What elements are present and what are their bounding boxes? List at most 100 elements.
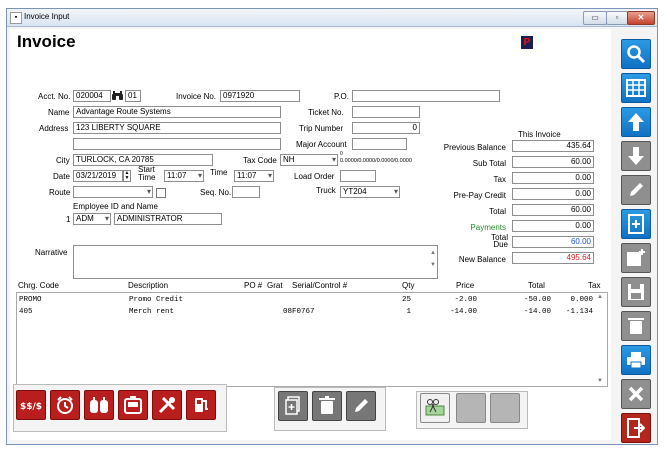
total-field: 60.00 bbox=[512, 204, 594, 216]
grid-scrollbar[interactable]: ▲ ▼ bbox=[597, 294, 605, 384]
start-time-select[interactable]: 11:07 bbox=[164, 170, 204, 182]
truck-select[interactable]: YT204 bbox=[340, 186, 400, 198]
tax-rates-indicator: 0 bbox=[340, 151, 343, 157]
col-chrg-code[interactable]: Chrg. Code bbox=[18, 281, 59, 290]
invoice-form: Invoice P Acct. No. 020004 01 Invoice No… bbox=[10, 29, 611, 440]
po-field[interactable] bbox=[352, 90, 500, 102]
new-balance-label: New Balance bbox=[458, 255, 506, 264]
tax-rates-text: 0.0000/0.0000/0.0000/0.0000 bbox=[340, 158, 412, 164]
col-description[interactable]: Description bbox=[128, 281, 168, 290]
tanks-icon[interactable] bbox=[84, 390, 114, 420]
exit-icon[interactable] bbox=[621, 413, 651, 443]
add-document-icon[interactable] bbox=[621, 209, 651, 239]
trash-icon[interactable] bbox=[621, 311, 651, 341]
alarm-clock-icon[interactable] bbox=[50, 390, 80, 420]
tax-label: Tax bbox=[493, 175, 506, 184]
binoculars-icon[interactable] bbox=[112, 91, 123, 101]
total-due-field: 60.00 bbox=[512, 236, 594, 248]
col-qty[interactable]: Qty bbox=[402, 281, 414, 290]
payments-field: 0.00 bbox=[512, 220, 594, 232]
major-account-field[interactable] bbox=[352, 138, 407, 150]
copy-doc-icon[interactable] bbox=[278, 391, 308, 421]
disabled-button[interactable] bbox=[490, 393, 520, 423]
prepay-credit-field: 0.00 bbox=[512, 188, 594, 200]
seq-no-label: Seq. No. bbox=[200, 188, 232, 197]
pencil-icon[interactable] bbox=[621, 175, 651, 205]
tax-field: 0.00 bbox=[512, 172, 594, 184]
major-account-label: Major Account bbox=[296, 140, 347, 149]
col-total[interactable]: Total bbox=[528, 281, 545, 290]
cell-price: -14.00 bbox=[449, 308, 477, 316]
cell-qty: 1 bbox=[406, 308, 411, 316]
p-badge-icon[interactable]: P bbox=[521, 36, 533, 49]
invoice-no-field[interactable]: 0971920 bbox=[220, 90, 300, 102]
total-due-label: Total Due bbox=[491, 233, 508, 249]
tools-icon[interactable] bbox=[152, 390, 182, 420]
register-icon[interactable] bbox=[118, 390, 148, 420]
total-label: Total bbox=[489, 207, 506, 216]
narrative-textarea[interactable] bbox=[73, 245, 438, 279]
window-title: Invoice Input bbox=[24, 12, 70, 21]
restore-button[interactable]: ▫ bbox=[606, 11, 628, 25]
print-icon[interactable] bbox=[621, 345, 651, 375]
payments-link[interactable]: Payments bbox=[430, 223, 506, 232]
previous-balance-field: 435.64 bbox=[512, 140, 594, 152]
pump-icon[interactable] bbox=[186, 390, 216, 420]
cell-serial: 08F0767 bbox=[283, 308, 315, 316]
money-icon[interactable]: $$/$ bbox=[16, 390, 46, 420]
col-tax[interactable]: Tax bbox=[588, 281, 600, 290]
ticket-no-label: Ticket No. bbox=[308, 108, 344, 117]
employee-label: Employee ID and Name bbox=[73, 202, 158, 211]
app-icon: ▪ bbox=[10, 12, 22, 24]
invoice-window: ▪ Invoice Input ▭ ▫ ✕ Invoice P Acct. No… bbox=[6, 8, 658, 445]
name-field[interactable]: Advantage Route Systems bbox=[73, 106, 281, 118]
arrow-up-icon[interactable] bbox=[621, 107, 651, 137]
name-label: Name bbox=[48, 108, 70, 117]
col-grat[interactable]: Grat bbox=[267, 281, 283, 290]
cell-price: -2.00 bbox=[454, 296, 477, 304]
col-serial[interactable]: Serial/Control # bbox=[292, 281, 347, 290]
trip-number-field[interactable]: 0 bbox=[352, 122, 420, 134]
date-spinner[interactable]: ▲ ▼ bbox=[123, 170, 131, 182]
route-select[interactable] bbox=[73, 186, 153, 198]
po-label: P.O. bbox=[334, 92, 349, 101]
page-title: Invoice bbox=[17, 32, 76, 51]
line-items-grid[interactable]: PROMO Promo Credit 25 -2.00 -50.00 0.000… bbox=[16, 292, 608, 387]
sub-total-field: 60.00 bbox=[512, 156, 594, 168]
date-field[interactable]: 03/21/2019 bbox=[73, 170, 123, 182]
tax-code-select[interactable]: NH bbox=[280, 154, 338, 166]
pencil-icon[interactable] bbox=[346, 391, 376, 421]
ticket-no-field[interactable] bbox=[352, 106, 420, 118]
grid-icon[interactable] bbox=[621, 73, 651, 103]
employee-name-field[interactable]: ADMINISTRATOR bbox=[114, 213, 222, 225]
save-icon[interactable] bbox=[621, 277, 651, 307]
truck-label: Truck bbox=[316, 186, 336, 195]
add-card-icon[interactable] bbox=[621, 243, 651, 273]
employee-id-select[interactable]: ADM bbox=[73, 213, 111, 225]
time-select[interactable]: 11:07 bbox=[234, 170, 274, 182]
close-icon[interactable] bbox=[621, 379, 651, 409]
cell-total: -50.00 bbox=[523, 296, 551, 304]
route-checkbox[interactable] bbox=[156, 188, 166, 198]
disabled-button[interactable] bbox=[456, 393, 486, 423]
col-po[interactable]: PO # bbox=[244, 281, 262, 290]
this-invoice-label: This Invoice bbox=[518, 130, 561, 139]
sub-total-label: Sub Total bbox=[472, 159, 506, 168]
minimize-button[interactable]: ▭ bbox=[583, 11, 607, 25]
close-window-button[interactable]: ✕ bbox=[627, 11, 655, 25]
address-label: Address bbox=[39, 124, 69, 133]
trash-icon[interactable] bbox=[312, 391, 342, 421]
acct-no-field[interactable]: 020004 bbox=[73, 90, 111, 102]
search-icon[interactable] bbox=[621, 39, 651, 69]
scissors-check-icon[interactable] bbox=[420, 393, 450, 423]
load-order-field[interactable] bbox=[340, 170, 376, 182]
seq-no-field[interactable] bbox=[232, 186, 260, 198]
narrative-label: Narrative bbox=[35, 248, 68, 257]
arrow-down-icon[interactable] bbox=[621, 141, 651, 171]
address-line1-field[interactable]: 123 LIBERTY SQUARE bbox=[73, 122, 281, 134]
address-line2-field[interactable] bbox=[73, 138, 281, 150]
table-row[interactable]: PROMO Promo Credit 25 -2.00 -50.00 0.000 bbox=[17, 294, 607, 306]
col-price[interactable]: Price bbox=[456, 281, 474, 290]
table-row[interactable]: 405 Merch rent 08F0767 1 -14.00 -14.00 -… bbox=[17, 306, 607, 318]
acct-sub-field[interactable]: 01 bbox=[125, 90, 141, 102]
